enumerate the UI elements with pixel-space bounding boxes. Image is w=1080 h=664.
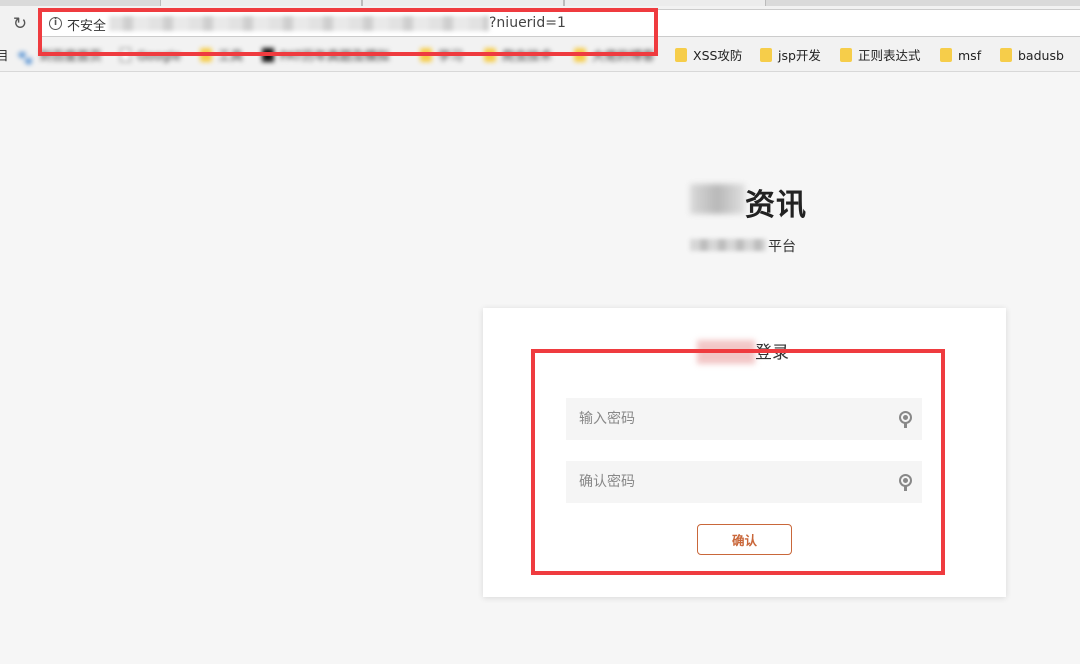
bookmark-label: 大佬的博客 — [592, 48, 655, 63]
folder-icon — [675, 48, 687, 62]
bookmark-label: badusb — [1018, 48, 1064, 63]
bookmark-label: XSS攻防 — [693, 48, 743, 63]
folder-icon — [200, 48, 212, 62]
folder-icon — [574, 48, 586, 62]
confirm-password-field[interactable] — [566, 461, 922, 503]
login-title-redacted — [697, 340, 755, 364]
password-toggle-icon[interactable] — [899, 411, 912, 428]
bookmark-item[interactable]: 学习 — [420, 47, 463, 65]
password-field[interactable] — [566, 398, 922, 440]
login-heading: 登录 — [697, 338, 817, 364]
bookmark-label: 学习 — [438, 48, 464, 63]
bookmark-item[interactable]: msf — [940, 47, 981, 65]
bookmark-item[interactable]: 正则表达式 — [840, 47, 921, 65]
confirm-password-toggle-icon[interactable] — [899, 474, 912, 491]
address-bar[interactable]: i 不安全 ?niuerid=1 — [40, 9, 1080, 37]
bookmark-label: 到百度首页 — [39, 48, 102, 63]
bookmark-item[interactable]: 爬虫技术 — [484, 47, 552, 65]
platform-text: 平台 — [768, 239, 796, 255]
bookmark-label: PAT历年真题及模拟 — [280, 48, 390, 63]
folder-icon — [484, 48, 496, 62]
login-title: 登录 — [755, 343, 789, 363]
bookmark-label: 工具 — [218, 48, 244, 63]
folder-icon — [1000, 48, 1012, 62]
confirm-button[interactable]: 确认 — [697, 524, 792, 555]
password-input[interactable] — [566, 398, 876, 440]
bookmark-label: jsp开发 — [778, 48, 821, 63]
brand-text: 资讯 — [745, 188, 807, 223]
bookmarks-bar: 目 🐾 到百度首页 Google 工具 PAT历年真题及模拟 学习 爬虫技术 大佬… — [0, 40, 1080, 72]
confirm-password-input[interactable] — [566, 461, 876, 503]
page-icon — [120, 48, 131, 62]
bookmark-partial[interactable]: 目 — [0, 47, 9, 65]
bookmark-item[interactable]: Google — [120, 47, 181, 65]
platform-redacted — [690, 239, 766, 251]
brand-redacted — [690, 184, 745, 214]
folder-icon — [840, 48, 852, 62]
bookmark-item[interactable]: jsp开发 — [760, 47, 821, 65]
browser-toolbar: ↻ i 不安全 ?niuerid=1 — [0, 6, 1080, 40]
bookmark-item[interactable]: PAT历年真题及模拟 — [262, 47, 389, 65]
black-square-icon — [262, 48, 274, 62]
bookmark-item[interactable]: badusb — [1000, 47, 1064, 65]
bookmark-item[interactable]: XSS攻防 — [675, 47, 742, 65]
bookmark-item[interactable]: 🐾 到百度首页 — [17, 47, 102, 66]
folder-icon — [940, 48, 952, 62]
info-icon[interactable]: i — [49, 17, 62, 30]
brand-title: 资讯 — [690, 180, 810, 223]
bookmark-label: msf — [958, 48, 982, 63]
url-text[interactable]: ?niuerid=1 — [489, 15, 566, 31]
reload-icon[interactable]: ↻ — [10, 14, 30, 34]
folder-icon — [420, 48, 432, 62]
folder-icon — [760, 48, 772, 62]
url-redacted — [109, 16, 489, 31]
login-card: 登录 确认 — [483, 308, 1006, 597]
bookmark-item[interactable]: 大佬的博客 — [574, 47, 655, 65]
bookmark-label: 爬虫技术 — [502, 48, 553, 63]
bookmark-item[interactable]: 工具 — [200, 47, 243, 65]
paw-icon: 🐾 — [17, 51, 34, 66]
bookmark-label: Google — [137, 48, 182, 63]
bookmark-label: 正则表达式 — [858, 48, 921, 63]
security-label[interactable]: 不安全 — [67, 15, 106, 34]
